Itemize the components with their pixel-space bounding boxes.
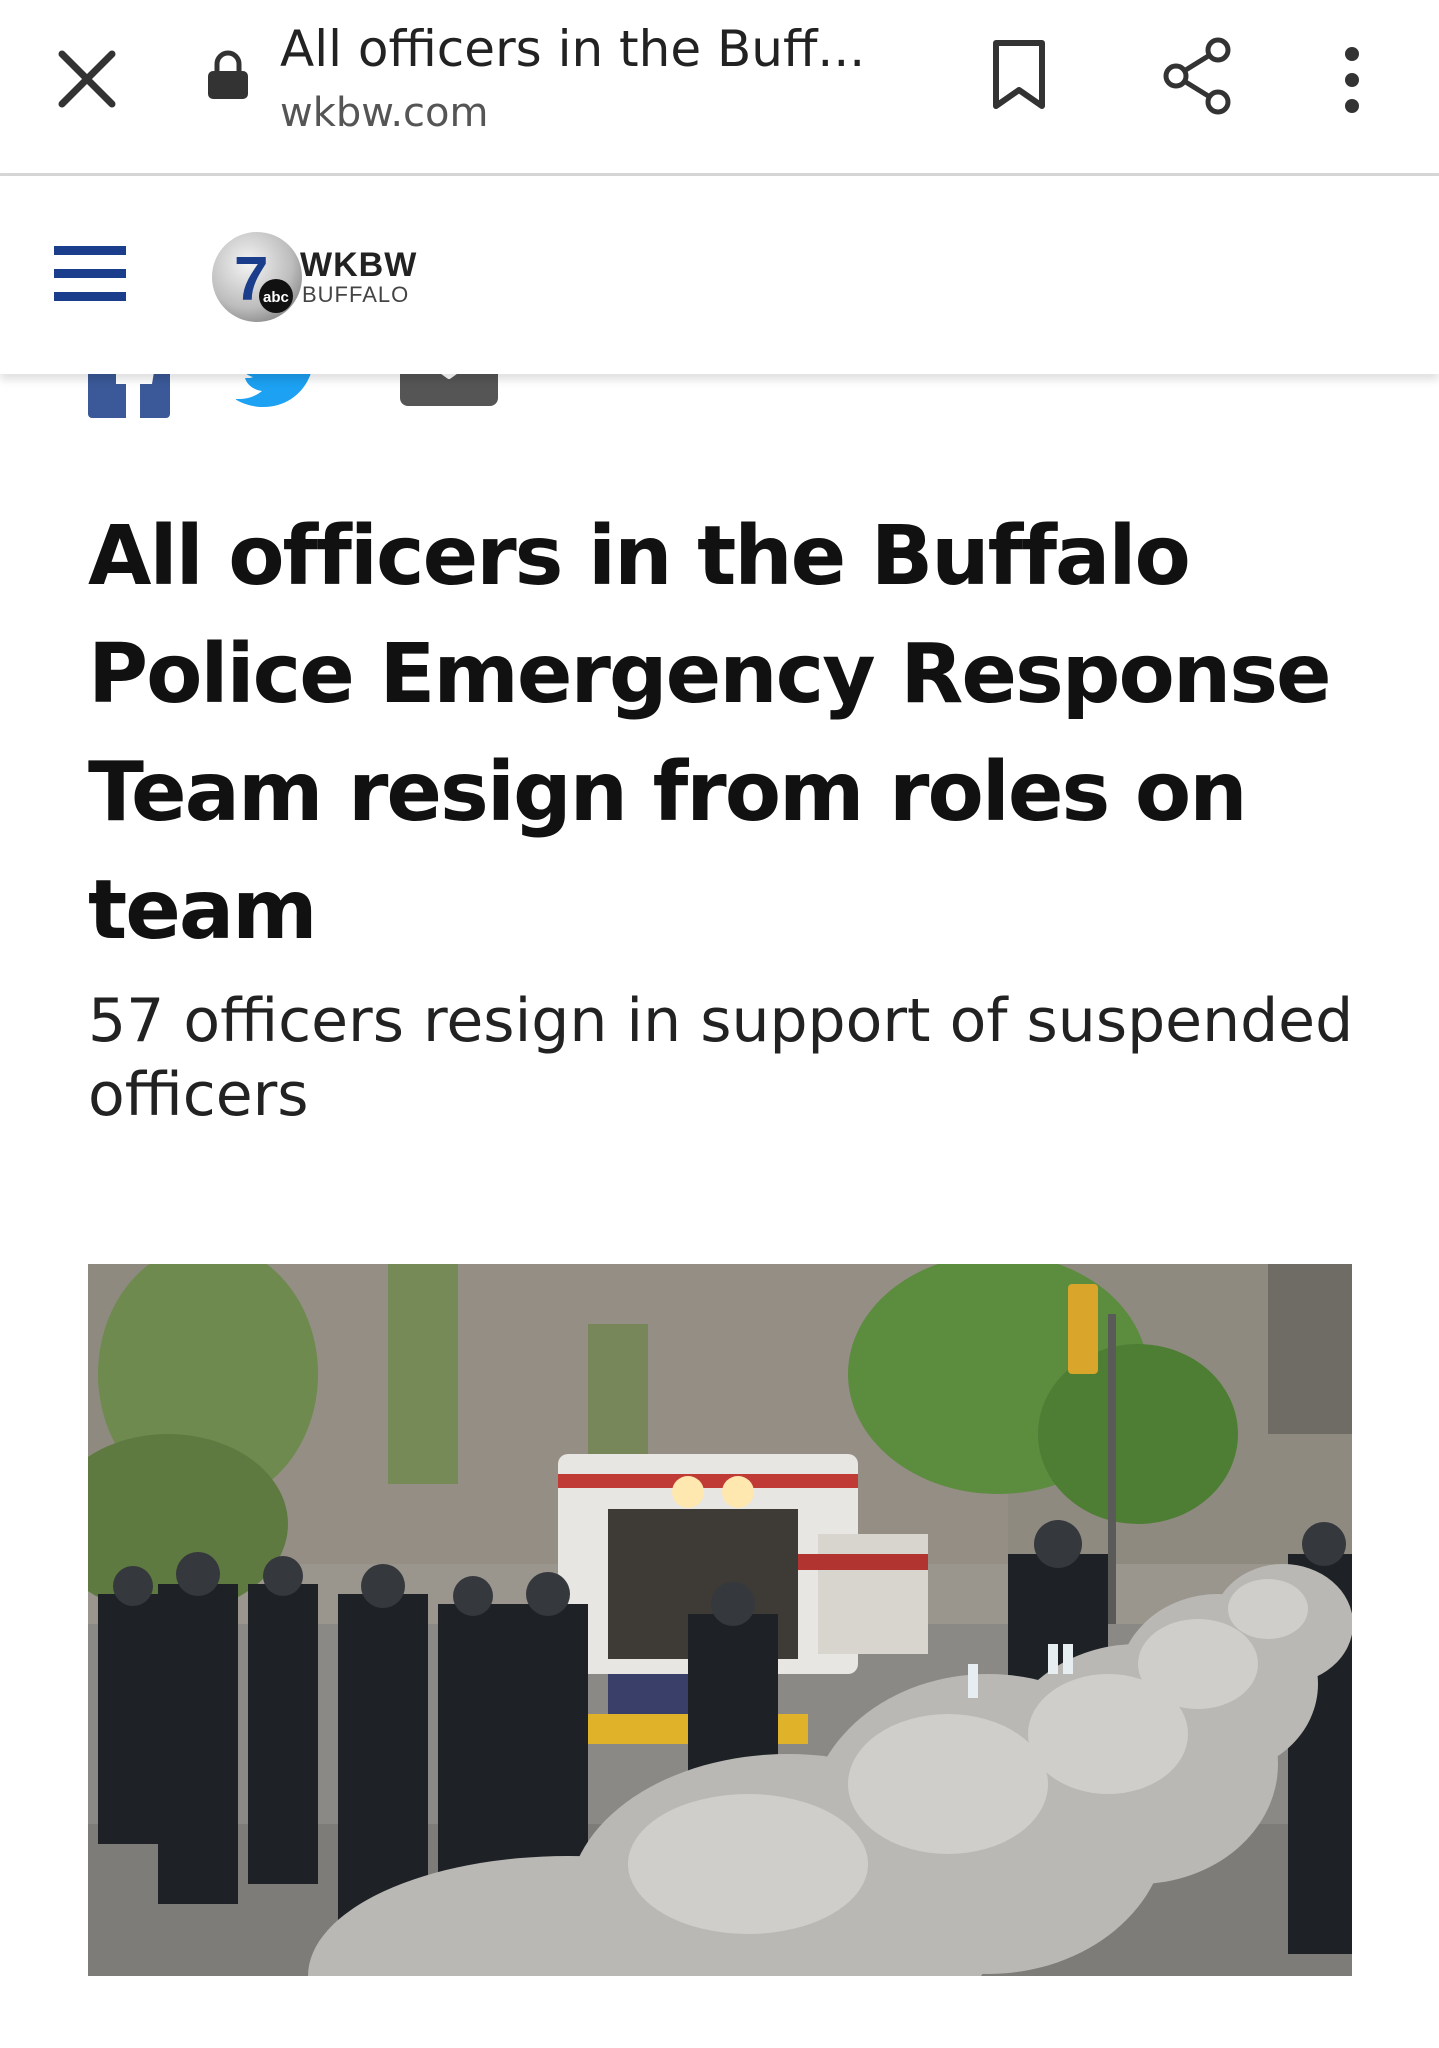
share-icon[interactable]: [1160, 36, 1236, 116]
article-subhead: 57 officers resign in support of suspend…: [88, 986, 1354, 1130]
article-photo[interactable]: [88, 1264, 1352, 1976]
bookmark-icon[interactable]: [990, 38, 1048, 112]
page-title-tab[interactable]: All officers in the Buff...: [280, 18, 865, 80]
close-icon[interactable]: [52, 44, 122, 114]
svg-text:abc: abc: [263, 289, 289, 306]
lock-icon[interactable]: [206, 50, 250, 100]
police-ambulance-scene-image: [88, 1264, 1352, 1976]
article-headline: All officers in the Buffalo Police Emerg…: [88, 509, 1332, 958]
browser-toolbar: All officers in the Buff... wkbw.com: [0, 0, 1439, 176]
page-url[interactable]: wkbw.com: [280, 88, 488, 138]
more-vert-icon[interactable]: [1332, 40, 1372, 120]
logo-wordmark: WKBW: [300, 246, 418, 284]
wkbw-logo[interactable]: 7 abc WKBW BUFFALO: [210, 230, 450, 326]
hamburger-menu-icon[interactable]: [54, 246, 126, 302]
logo-city: BUFFALO: [302, 282, 410, 307]
channel-7-logo-icon: 7 abc: [212, 232, 302, 322]
site-header: 7 abc WKBW BUFFALO: [0, 176, 1439, 374]
